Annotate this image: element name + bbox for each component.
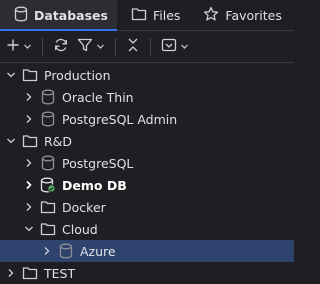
database-icon xyxy=(40,111,56,127)
database-icon xyxy=(40,89,56,105)
database-icon xyxy=(40,155,56,171)
tree-item-label: Production xyxy=(44,67,111,83)
chevron-right-icon[interactable] xyxy=(22,174,36,196)
tree-item-label: Azure xyxy=(80,243,116,259)
tree-item-docker[interactable]: Docker xyxy=(0,196,294,218)
toolbar xyxy=(0,31,294,63)
folder-icon xyxy=(40,221,56,237)
tab-databases[interactable]: Databases xyxy=(0,0,117,31)
tree-item-test[interactable]: TEST xyxy=(0,262,294,284)
folder-icon xyxy=(22,133,38,149)
tree-item-production[interactable]: Production xyxy=(0,64,294,86)
tree-item-postgresql[interactable]: PostgreSQL xyxy=(0,152,294,174)
chevron-right-icon[interactable] xyxy=(40,240,54,262)
chevron-right-icon[interactable] xyxy=(22,86,36,108)
collapse-all-icon xyxy=(126,37,140,56)
tree-item-label: R&D xyxy=(44,133,73,149)
folder-icon xyxy=(22,67,38,83)
tree-item-cloud[interactable]: Cloud xyxy=(0,218,294,240)
tab-files-label: Files xyxy=(152,7,181,23)
tab-favorites[interactable]: Favorites xyxy=(189,0,290,30)
toolbar-divider xyxy=(42,37,43,56)
tab-databases-label: Databases xyxy=(34,7,108,23)
tree-item-demo-db[interactable]: Demo DB xyxy=(0,174,294,196)
tree-item-label: Demo DB xyxy=(62,177,127,193)
tree-item-label: Cloud xyxy=(62,221,98,237)
tree-item-azure[interactable]: Azure xyxy=(0,240,294,262)
database-connected-icon xyxy=(40,177,56,193)
view-options-button[interactable] xyxy=(157,35,193,59)
chevron-down-icon[interactable] xyxy=(4,130,18,152)
star-icon xyxy=(203,6,219,25)
database-icon xyxy=(14,6,28,25)
database-icon xyxy=(58,243,74,259)
chevron-down-icon xyxy=(180,39,189,54)
tree-item-rnd[interactable]: R&D xyxy=(0,130,294,152)
chevron-right-icon[interactable] xyxy=(22,196,36,218)
chevron-down-icon xyxy=(23,39,32,54)
filter-icon xyxy=(77,37,93,56)
chevron-right-icon[interactable] xyxy=(22,108,36,130)
toolbar-divider xyxy=(150,37,151,56)
chevron-right-icon[interactable] xyxy=(4,262,18,284)
view-options-icon xyxy=(161,37,177,56)
filter-button[interactable] xyxy=(73,35,109,59)
tree-item-oracle-thin[interactable]: Oracle Thin xyxy=(0,86,294,108)
tree-item-label: Oracle Thin xyxy=(62,89,134,105)
chevron-right-icon[interactable] xyxy=(22,152,36,174)
chevron-down-icon[interactable] xyxy=(22,218,36,240)
tab-files[interactable]: Files xyxy=(117,0,189,30)
chevron-down-icon[interactable] xyxy=(4,64,18,86)
tree-item-label: PostgreSQL Admin xyxy=(62,111,178,127)
tree-item-label: TEST xyxy=(44,265,76,281)
tree-item-postgresql-admin[interactable]: PostgreSQL Admin xyxy=(0,108,294,130)
tree-item-label: Docker xyxy=(62,199,106,215)
collapse-all-button[interactable] xyxy=(122,35,144,59)
refresh-button[interactable] xyxy=(49,35,73,59)
tab-favorites-label: Favorites xyxy=(225,7,282,23)
refresh-icon xyxy=(53,37,69,56)
chevron-down-icon xyxy=(96,39,105,54)
tree-item-label: PostgreSQL xyxy=(62,155,134,171)
toolbar-divider xyxy=(115,37,116,56)
folder-icon xyxy=(131,7,147,24)
folder-icon xyxy=(22,265,38,281)
add-icon xyxy=(6,38,20,55)
database-tree: Production Oracle Thin PostgreSQL Admin xyxy=(0,64,294,284)
add-button[interactable] xyxy=(2,35,36,59)
tab-bar: Databases Files Favorites xyxy=(0,0,294,31)
folder-icon xyxy=(40,199,56,215)
